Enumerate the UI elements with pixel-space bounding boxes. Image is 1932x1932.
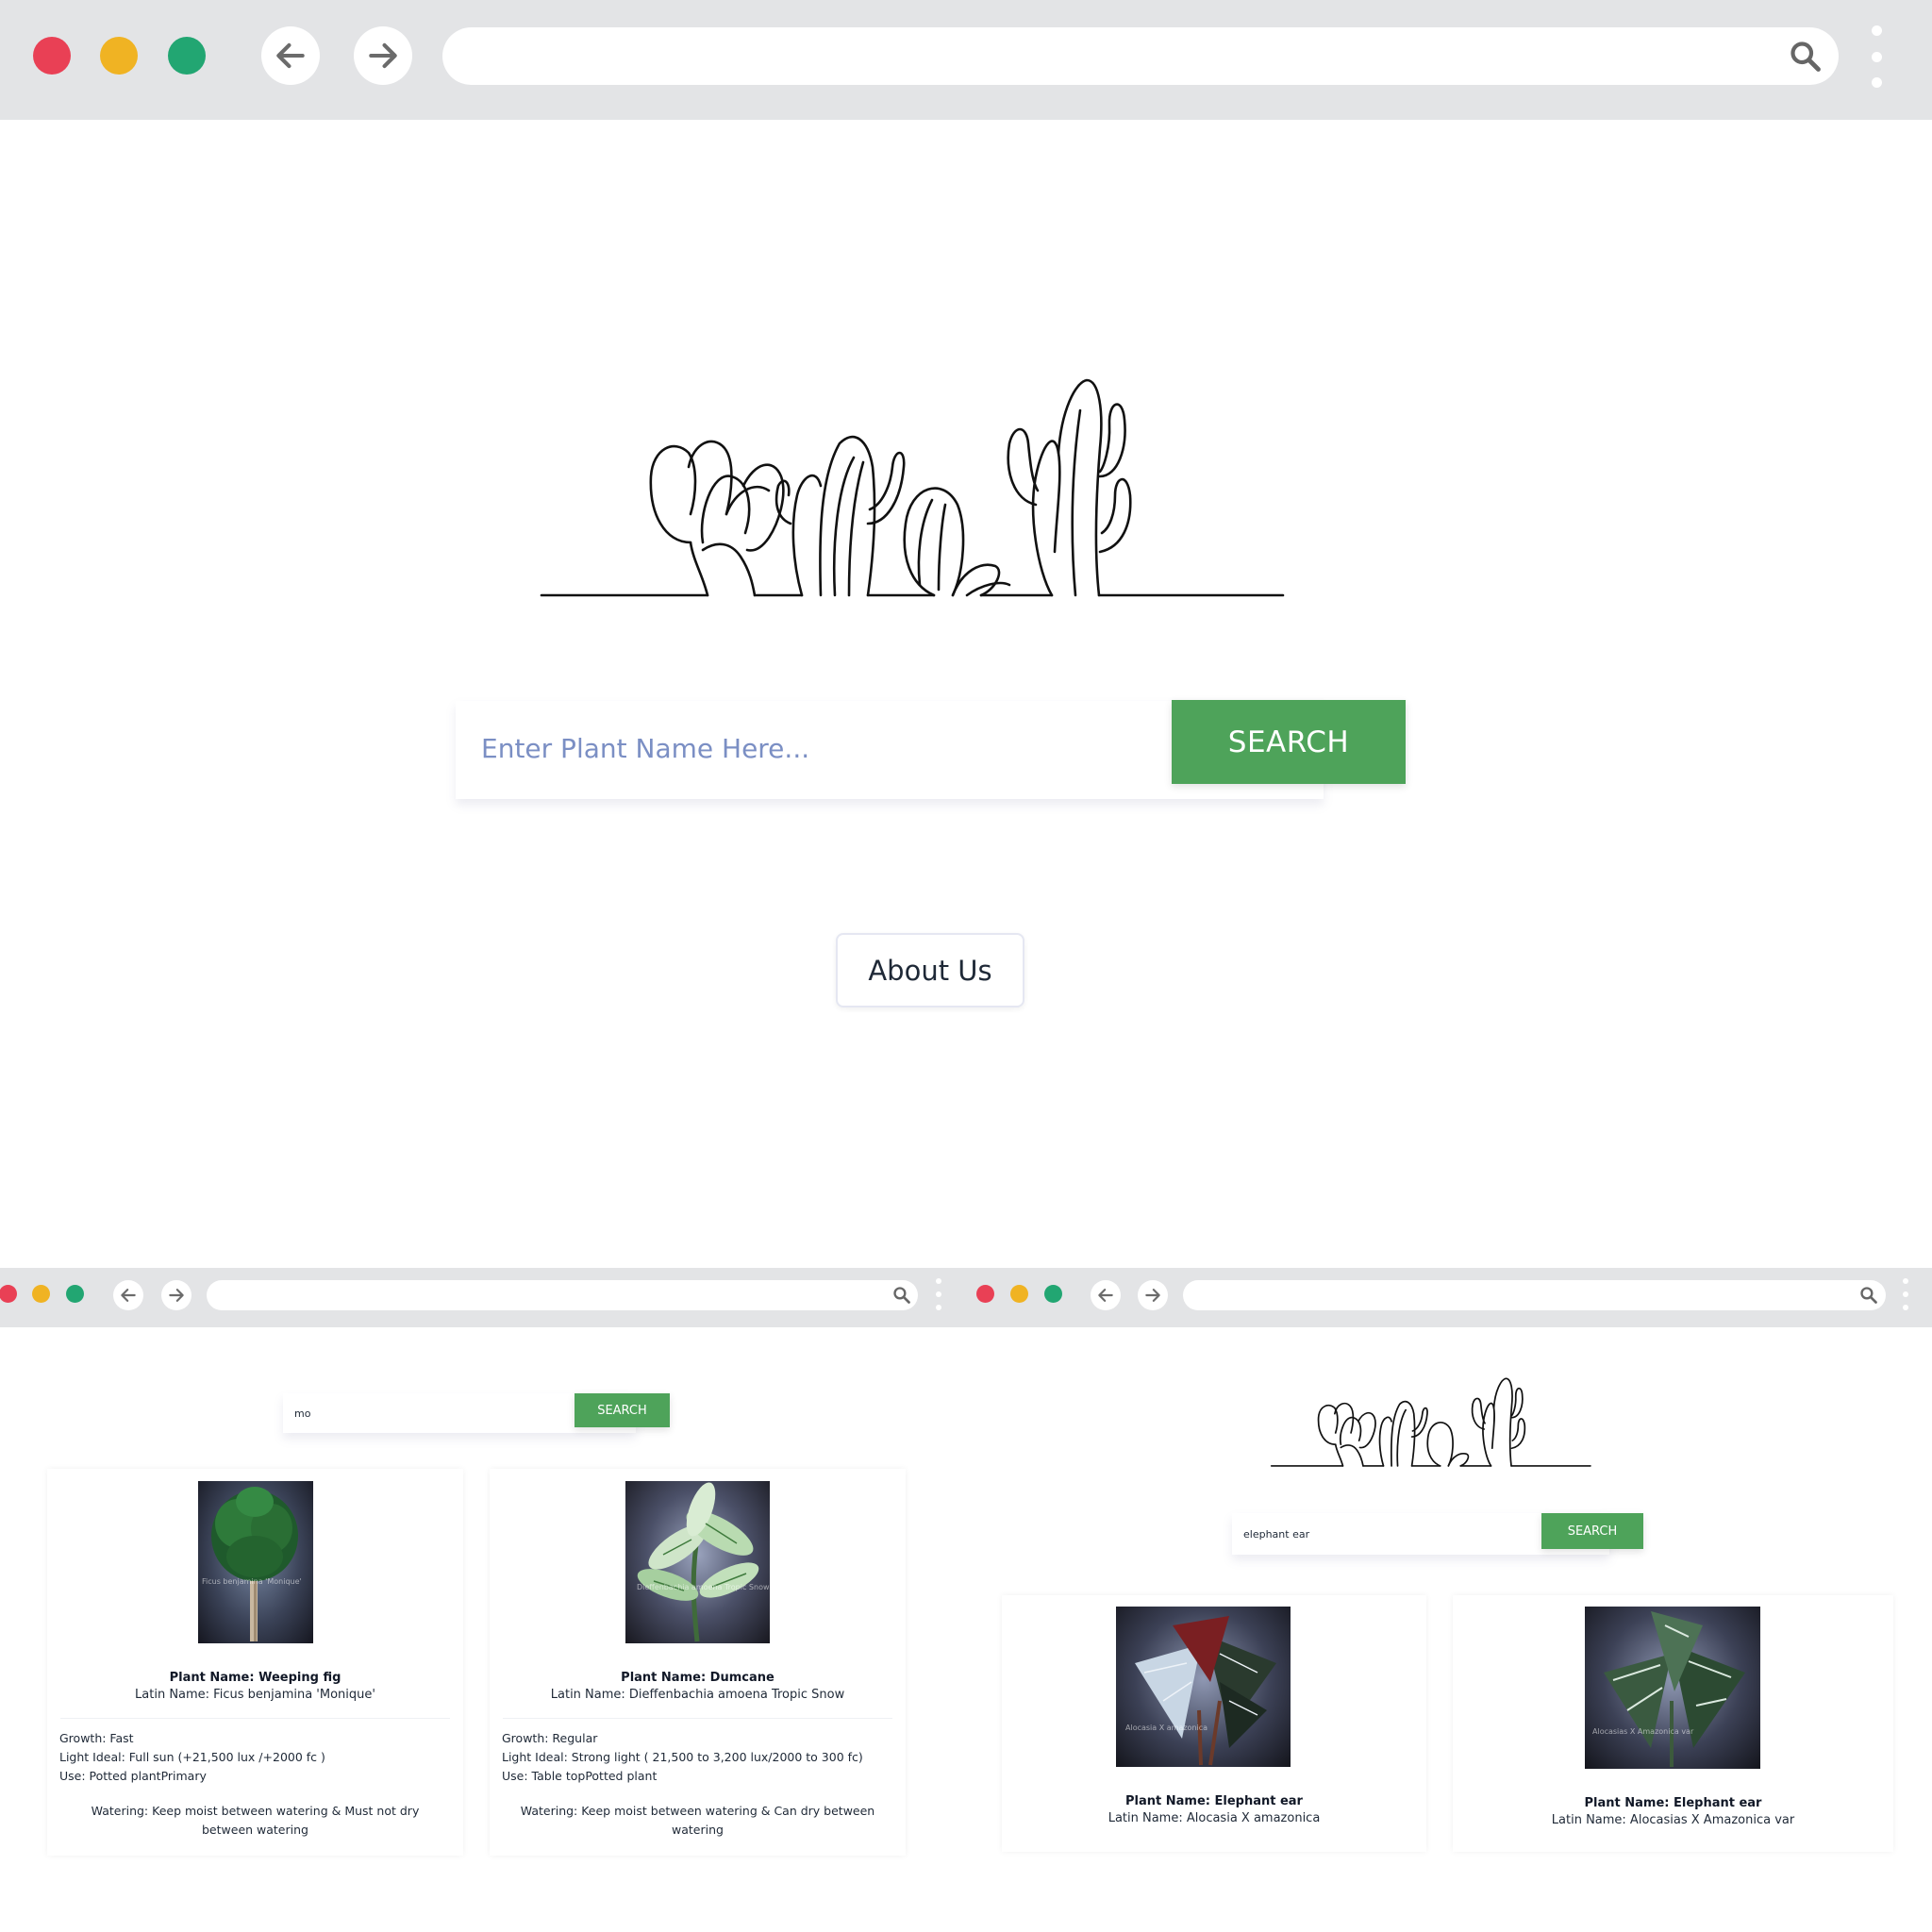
minimize-window-dot[interactable] xyxy=(100,37,138,75)
plant-photo: Dieffenbachia amoena Tropic Snow xyxy=(625,1481,770,1643)
plant-latin-name: Latin Name: Alocasia X amazonica xyxy=(1108,1811,1321,1825)
plant-light: Light Ideal: Full sun (+21,500 lux /+200… xyxy=(59,1750,325,1764)
maximize-window-dot[interactable] xyxy=(66,1285,84,1303)
cactus-line-art-logo xyxy=(1270,1377,1591,1467)
plant-growth: Growth: Regular xyxy=(502,1731,598,1745)
forward-arrow-icon xyxy=(369,42,397,69)
plant-search-bar: SEARCH xyxy=(1232,1513,1643,1555)
search-button[interactable]: SEARCH xyxy=(1172,700,1406,784)
plant-search-input[interactable] xyxy=(294,1405,577,1422)
plant-search-input[interactable] xyxy=(1243,1525,1526,1542)
photo-caption: Alocasia X amazonica xyxy=(1125,1724,1208,1732)
maximize-window-dot[interactable] xyxy=(1044,1285,1062,1303)
plant-name: Plant Name: Weeping fig xyxy=(169,1671,341,1685)
plant-watering: Watering: Keep moist between watering & … xyxy=(520,1804,875,1837)
browser-toolbar-left xyxy=(0,1268,964,1327)
address-bar[interactable] xyxy=(442,27,1839,85)
plant-use: Use: Table topPotted plant xyxy=(502,1769,658,1783)
plant-photo: Alocasias X Amazonica var xyxy=(1585,1607,1760,1769)
search-button[interactable]: SEARCH xyxy=(1541,1513,1643,1549)
plant-search-bar: SEARCH xyxy=(456,700,1406,799)
plant-card[interactable]: Ficus benjamina 'Monique' Plant Name: We… xyxy=(47,1469,463,1856)
photo-caption: Dieffenbachia amoena Tropic Snow xyxy=(637,1583,770,1591)
search-icon[interactable] xyxy=(1789,40,1823,74)
plant-card[interactable]: Alocasias X Amazonica var Plant Name: El… xyxy=(1453,1595,1893,1852)
plant-latin-name: Latin Name: Alocasias X Amazonica var xyxy=(1551,1813,1795,1827)
plant-card[interactable]: Alocasia X amazonica Plant Name: Elephan… xyxy=(1002,1595,1426,1852)
kebab-menu-icon[interactable] xyxy=(936,1278,941,1310)
close-window-dot[interactable] xyxy=(0,1285,17,1303)
back-button[interactable] xyxy=(261,26,320,85)
back-button[interactable] xyxy=(113,1280,143,1310)
plant-card[interactable]: Dieffenbachia amoena Tropic Snow Plant N… xyxy=(490,1469,906,1856)
search-icon[interactable] xyxy=(892,1286,911,1305)
plant-latin-name: Latin Name: Ficus benjamina 'Monique' xyxy=(135,1688,375,1702)
search-icon[interactable] xyxy=(1859,1286,1878,1305)
minimize-window-dot[interactable] xyxy=(32,1285,50,1303)
forward-arrow-icon xyxy=(1145,1289,1160,1302)
cactus-line-art-logo xyxy=(540,378,1285,597)
kebab-menu-icon[interactable] xyxy=(1871,25,1882,88)
forward-button[interactable] xyxy=(354,26,412,85)
photo-caption: Ficus benjamina 'Monique' xyxy=(202,1577,302,1586)
forward-button[interactable] xyxy=(1138,1280,1168,1310)
browser-toolbar-right xyxy=(964,1268,1932,1327)
search-button[interactable]: SEARCH xyxy=(575,1393,670,1427)
back-arrow-icon xyxy=(276,42,305,69)
minimize-window-dot[interactable] xyxy=(1010,1285,1028,1303)
plant-name: Plant Name: Elephant ear xyxy=(1584,1796,1762,1810)
plant-photo: Alocasia X amazonica xyxy=(1116,1607,1291,1767)
plant-growth: Growth: Fast xyxy=(59,1731,134,1745)
photo-caption: Alocasias X Amazonica var xyxy=(1592,1727,1694,1736)
close-window-dot[interactable] xyxy=(976,1285,994,1303)
card-divider xyxy=(503,1718,892,1719)
plant-use: Use: Potted plantPrimary xyxy=(59,1769,207,1783)
address-bar[interactable] xyxy=(1183,1280,1886,1310)
kebab-menu-icon[interactable] xyxy=(1903,1278,1908,1310)
plant-name: Plant Name: Dumcane xyxy=(621,1671,774,1685)
close-window-dot[interactable] xyxy=(33,37,71,75)
plant-latin-name: Latin Name: Dieffenbachia amoena Tropic … xyxy=(550,1688,845,1702)
card-divider xyxy=(60,1718,450,1719)
back-button[interactable] xyxy=(1091,1280,1121,1310)
plant-search-bar: SEARCH xyxy=(283,1393,670,1433)
back-arrow-icon xyxy=(1098,1289,1113,1302)
plant-photo: Ficus benjamina 'Monique' xyxy=(198,1481,313,1643)
forward-button[interactable] xyxy=(161,1280,192,1310)
plant-watering: Watering: Keep moist between watering & … xyxy=(91,1804,420,1837)
plant-name: Plant Name: Elephant ear xyxy=(1125,1794,1303,1808)
maximize-window-dot[interactable] xyxy=(168,37,206,75)
browser-toolbar-main xyxy=(0,0,1932,120)
plant-light: Light Ideal: Strong light ( 21,500 to 3,… xyxy=(502,1750,863,1764)
address-bar[interactable] xyxy=(207,1280,918,1310)
plant-search-input[interactable] xyxy=(481,729,1141,767)
about-us-button[interactable]: About Us xyxy=(836,933,1024,1008)
back-arrow-icon xyxy=(121,1289,136,1302)
forward-arrow-icon xyxy=(169,1289,184,1302)
